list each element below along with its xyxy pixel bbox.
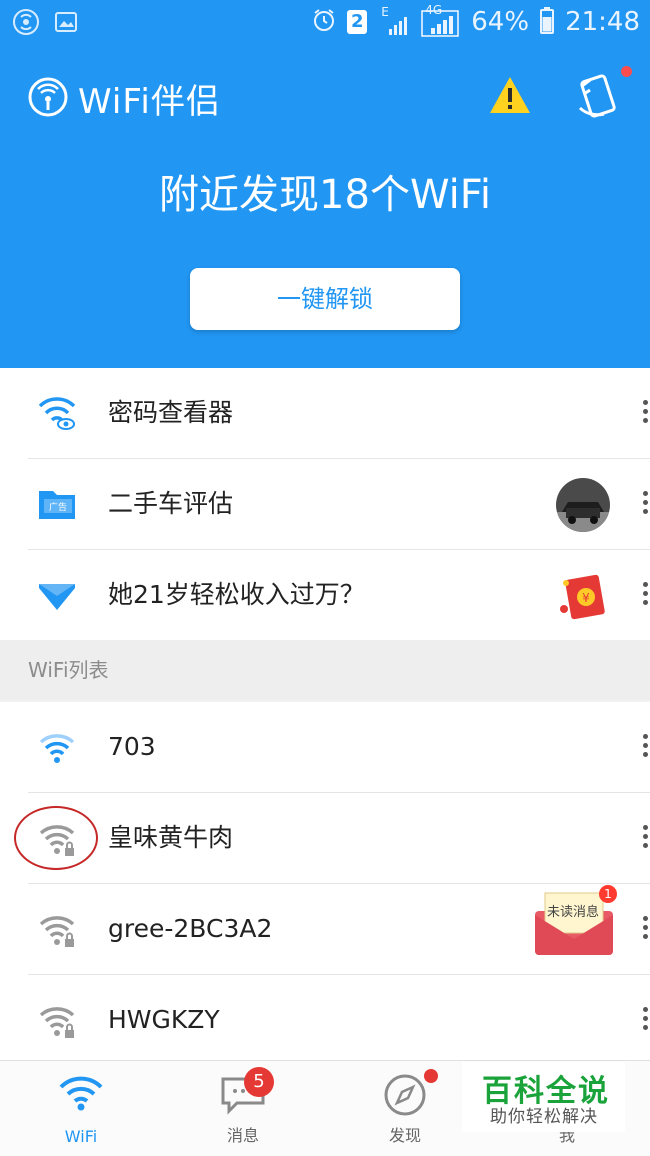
- app-logo: WiFi伴侣: [28, 74, 221, 123]
- tab-discover[interactable]: 发现: [340, 1061, 470, 1156]
- more-options-icon[interactable]: [640, 1003, 650, 1037]
- list-item-password-viewer[interactable]: 密码查看器: [28, 368, 650, 459]
- section-title: WiFi列表: [28, 658, 109, 682]
- tab-messages[interactable]: 消息: [178, 1061, 308, 1156]
- more-options-icon[interactable]: [640, 730, 650, 764]
- wifi-name: 皇味黄牛肉: [108, 823, 234, 852]
- battery-percent: 64%: [471, 7, 530, 37]
- more-options-icon[interactable]: [640, 912, 650, 946]
- wifi-locked-icon: [36, 908, 78, 950]
- status-bar: 2 E 4G 64% 21:48: [0, 0, 650, 50]
- clock: 21:48: [565, 7, 640, 37]
- envelope-count-badge: 1: [599, 885, 617, 903]
- alarm-icon: [311, 7, 337, 37]
- list-item-used-car[interactable]: 广告 二手车评估: [28, 459, 650, 550]
- wifi-eye-icon: [36, 392, 78, 434]
- battery-icon: [539, 6, 555, 38]
- wifi-item[interactable]: 皇味黄牛肉: [28, 793, 650, 884]
- wifi-item[interactable]: 703: [28, 702, 650, 793]
- highlight-circle: [14, 806, 98, 870]
- wifi-locked-icon: [36, 999, 78, 1041]
- list-item-label: 她21岁轻松收入过万？: [108, 580, 365, 609]
- wifi-list: 703 皇味黄牛肉 gree-2BC3A2 HWGKZY: [0, 702, 650, 1060]
- tab-label: 消息: [226, 1126, 259, 1145]
- wifi-tab-icon: [57, 1073, 105, 1117]
- notification-dot: [621, 66, 632, 77]
- header: WiFi伴侣 附近发现18个WiFi 一键解锁: [0, 50, 650, 368]
- tools-list: 密码查看器 广告 二手车评估 她21岁轻松收入过万？ ¥: [0, 368, 650, 640]
- nearby-wifi-headline: 附近发现18个WiFi: [159, 172, 491, 218]
- wifi-item[interactable]: HWGKZY: [28, 975, 650, 1065]
- wifi-name: 703: [108, 732, 156, 761]
- tab-label: WiFi: [64, 1127, 98, 1146]
- ad-tag: 广告: [49, 501, 67, 513]
- more-options-icon[interactable]: [640, 821, 650, 855]
- list-item-label: 二手车评估: [108, 489, 234, 518]
- more-options-icon[interactable]: [640, 487, 650, 521]
- compass-icon: [383, 1073, 427, 1121]
- svg-text:¥: ¥: [582, 591, 590, 605]
- discover-dot: [424, 1069, 438, 1083]
- folder-ad-icon: 广告: [36, 483, 78, 525]
- car-thumbnail: [556, 478, 610, 532]
- wifi-signal-icon: [36, 726, 78, 768]
- watermark: 百科全说 助你轻松解决: [462, 1062, 625, 1132]
- warning-icon[interactable]: [488, 75, 532, 119]
- signal-4g-icon: 4G: [421, 3, 461, 37]
- wifi-name: HWGKZY: [108, 1005, 220, 1034]
- signal-e-icon: E: [377, 5, 411, 37]
- app-title: WiFi伴侣: [78, 82, 221, 122]
- tab-wifi[interactable]: WiFi: [16, 1061, 146, 1156]
- tab-label: 发现: [388, 1126, 421, 1145]
- unread-message-envelope[interactable]: 未读消息 1: [533, 885, 617, 957]
- wifi-name: gree-2BC3A2: [108, 914, 273, 943]
- image-icon: [54, 10, 78, 38]
- sim-badge: 2: [347, 10, 368, 34]
- red-envelope-thumbnail: ¥: [556, 569, 610, 623]
- watermark-subtitle: 助你轻松解决: [490, 1107, 598, 1127]
- list-item-label: 密码查看器: [108, 398, 234, 427]
- hotspot-icon: [12, 8, 40, 40]
- more-options-icon[interactable]: [640, 396, 650, 430]
- wifi-logo-icon: [28, 77, 68, 121]
- wifi-list-section-header: WiFi列表: [0, 640, 650, 700]
- mail-check-icon: [36, 574, 78, 616]
- one-click-unlock-button[interactable]: 一键解锁: [190, 268, 460, 330]
- envelope-label: 未读消息: [547, 905, 600, 920]
- more-options-icon[interactable]: [640, 578, 650, 612]
- phone-toolbox-icon[interactable]: [570, 68, 626, 128]
- list-item-income-ad[interactable]: 她21岁轻松收入过万？ ¥: [28, 550, 650, 640]
- messages-badge: 5: [244, 1067, 274, 1097]
